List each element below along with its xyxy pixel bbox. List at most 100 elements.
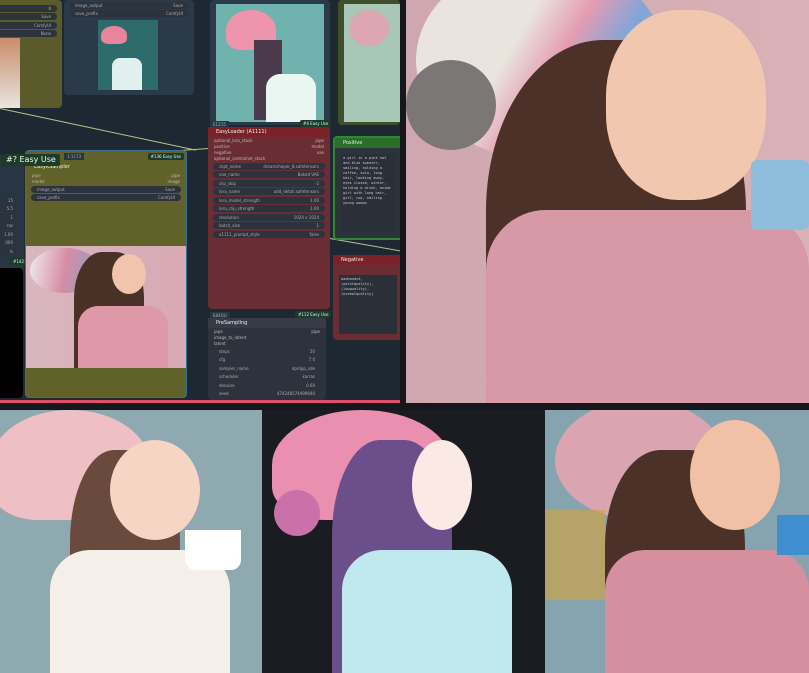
negative-prompt-node[interactable]: Negative badhandv4, (worstquality), (low… — [333, 255, 400, 340]
presampling-node[interactable]: PreSampling pipe pipe image_to_latent lat… — [208, 318, 326, 400]
widget-label: seed — [219, 391, 229, 396]
prompt-textarea[interactable]: badhandv4, (worstquality), (lowquality),… — [339, 275, 397, 334]
node-widget[interactable]: batch_size 1 — [213, 222, 325, 229]
preview-thumbnail — [344, 4, 400, 122]
widget-label: clip_skip — [219, 180, 237, 186]
widget-value: 1 — [316, 223, 319, 228]
node-badge: #? Easy Use — [2, 154, 60, 166]
widget-label: image_output — [75, 2, 103, 8]
input-port: pipe — [32, 172, 41, 178]
widget-value: 000 — [5, 240, 13, 245]
widget-value: 1.00 — [310, 206, 319, 211]
node-widget[interactable]: ckpt_name dreamshaper_8.safetensors — [213, 162, 325, 170]
node-widget[interactable]: 15 — [0, 196, 19, 204]
preview-node-center[interactable] — [210, 0, 330, 125]
node-widget[interactable]: lora_clip_strength 1.00 — [213, 205, 325, 212]
output-port: vae — [316, 149, 324, 155]
widget-value: Save — [173, 2, 183, 8]
node-widget[interactable]: 1.00 — [0, 230, 19, 238]
widget-value: dpmpp_sde — [291, 365, 315, 371]
widget-value: 474248574499640 — [276, 391, 315, 396]
widget-value: ComfyUI — [166, 11, 183, 16]
widget-label: steps — [219, 348, 230, 354]
widget-value: 1024 x 1024 — [293, 214, 319, 220]
node-widget[interactable]: seed 474248574499640 — [213, 390, 321, 397]
easy-ksampler-node[interactable]: 1:1173 #136 Easy Use EasyKSampler pipe pi… — [25, 150, 187, 398]
node-widget[interactable]: 8 — [0, 4, 57, 12]
preview-node-right[interactable] — [338, 0, 400, 125]
node-widget[interactable]: resolution 1024 x 1024 — [213, 213, 325, 221]
pipe-edit-node[interactable]: 15 5.5 1 ras 1.00 000 ls — [0, 155, 24, 275]
node-widget[interactable]: ras — [0, 222, 19, 229]
widget-value: 15 — [7, 197, 13, 203]
output-port: pipe — [311, 328, 320, 334]
output-port: model — [311, 143, 324, 149]
preview-thumbnail — [0, 38, 20, 108]
input-port: optional_lora_stack — [214, 137, 253, 143]
widget-value: 1.00 — [310, 197, 319, 203]
input-port: optional_controlnet_stack — [214, 155, 266, 161]
comfyui-node-graph[interactable]: 8 Save ComfyUI None image_output Save sav… — [0, 0, 400, 403]
node-widget[interactable]: Save — [0, 13, 57, 20]
node-widget[interactable]: 000 — [0, 239, 19, 246]
node-port-row[interactable]: optional_controlnet_stack — [208, 155, 330, 161]
widget-label: cfg — [219, 357, 226, 362]
node-widget[interactable]: sampler_name dpmpp_sde — [213, 364, 321, 372]
input-port: image_to_latent — [214, 334, 247, 340]
node-widget[interactable]: ComfyUI — [0, 21, 57, 29]
node-widget[interactable]: lora_model_strength 1.00 — [213, 196, 325, 204]
widget-value: Save — [41, 14, 51, 19]
widget-value: 5.5 — [6, 206, 13, 211]
node-widget[interactable]: save_prefix ComfyUI — [69, 10, 189, 17]
preview-thumbnail — [216, 4, 324, 122]
widget-value: 20 — [309, 348, 315, 354]
prompt-textarea[interactable]: a girl in a pink hat and blue sweater, s… — [341, 154, 395, 232]
widget-label: a1111_prompt_style — [219, 231, 260, 237]
node-port-row[interactable]: latent — [208, 340, 326, 346]
widget-label: ckpt_name — [219, 163, 241, 169]
node-title: Positive — [335, 138, 400, 148]
node-port-row[interactable]: model image — [26, 178, 186, 184]
node-widget[interactable]: image_output Save — [69, 1, 189, 9]
node-widget[interactable]: ls — [0, 247, 19, 255]
controlnet-preview-node[interactable] — [0, 268, 23, 398]
node-widget[interactable]: vae_name Baked VAE — [213, 171, 325, 178]
node-widget[interactable]: 1 — [0, 213, 19, 221]
girl-pink-sweater-photo — [545, 410, 809, 673]
preview-node-top[interactable]: image_output Save save_prefix ComfyUI — [64, 0, 194, 95]
node-widget[interactable]: a1111_prompt_style false — [213, 230, 325, 238]
node-widget[interactable]: denoise 0.60 — [213, 381, 321, 389]
widget-value: Baked VAE — [297, 172, 319, 177]
node-widget[interactable]: clip_skip -2 — [213, 179, 325, 187]
node-widget[interactable]: cfg 7.0 — [213, 356, 321, 363]
node-title: EasyLoader (A1111) — [208, 127, 330, 137]
node-widget[interactable]: image_output Save — [31, 185, 181, 193]
preview-thumbnail — [26, 246, 186, 368]
widget-value: ras — [6, 223, 13, 228]
easy-loader-node[interactable]: EasyLoader (A1111) optional_lora_stack pi… — [208, 127, 330, 309]
widget-value: Save — [165, 186, 175, 192]
node-widget[interactable]: scheduler karras — [213, 373, 321, 380]
link-wire — [329, 238, 400, 253]
widget-value: ComfyUI — [158, 195, 175, 200]
node-title: Negative — [333, 255, 400, 265]
widget-label: scheduler — [219, 374, 239, 379]
widget-value: ComfyUI — [34, 22, 51, 28]
node-widget[interactable]: 5.5 — [0, 205, 19, 212]
node-widget[interactable]: lora_name add_detail.safetensors — [213, 188, 325, 195]
output-port: image — [167, 178, 180, 184]
output-port: pipe — [171, 172, 180, 178]
widget-value: 8 — [48, 5, 51, 11]
node-badge: #136 Easy Use — [147, 153, 184, 160]
widget-label: save_prefix — [37, 195, 60, 200]
positive-prompt-node[interactable]: Positive a girl in a pink hat and blue s… — [333, 136, 400, 240]
widget-value: add_detail.safetensors — [273, 189, 319, 194]
save-image-node-left[interactable]: 8 Save ComfyUI None — [0, 0, 62, 108]
widget-value: 7.0 — [308, 357, 315, 362]
node-widget[interactable]: save_prefix ComfyUI — [31, 194, 181, 201]
widget-value: ls — [9, 248, 13, 254]
node-widget[interactable]: steps 20 — [213, 347, 321, 355]
girl-white-sweater-illustration — [0, 410, 262, 673]
node-widget[interactable]: None — [0, 30, 57, 37]
girl-anime-dark-background — [262, 410, 545, 673]
